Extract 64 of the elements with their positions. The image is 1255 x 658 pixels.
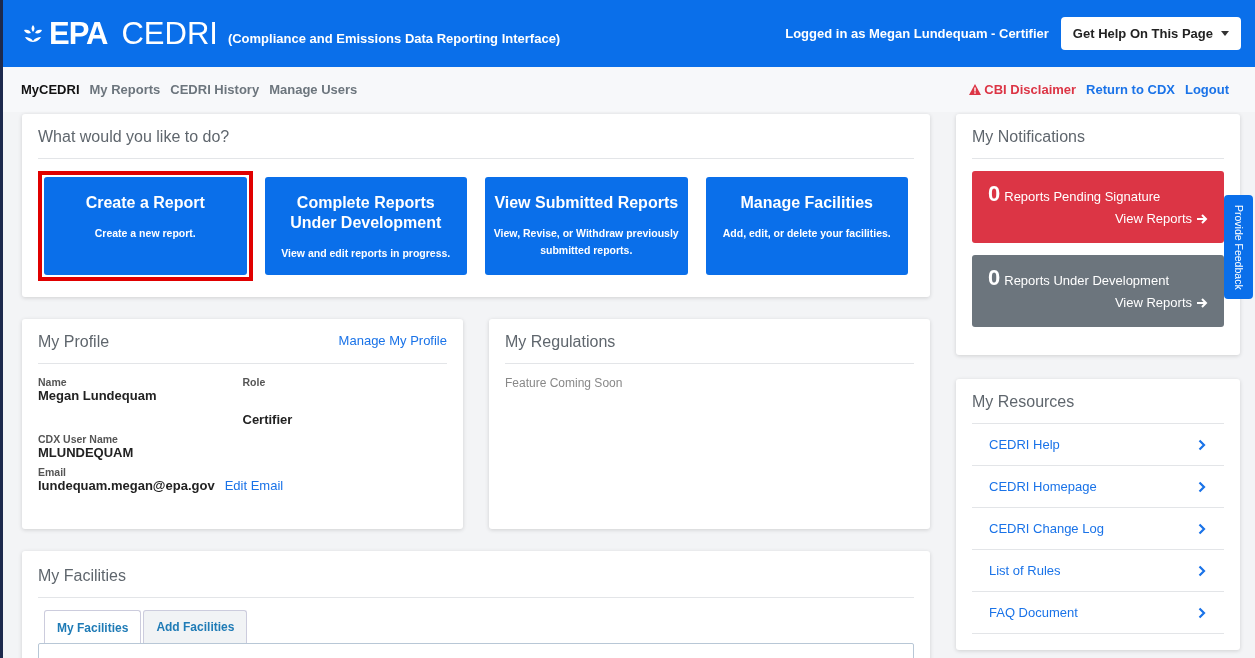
notification-label: Reports Pending Signature [1004, 189, 1161, 204]
epa-logo-text: EPA [49, 15, 108, 52]
field-value: Megan Lundequam [38, 388, 157, 403]
nav-item[interactable]: My Reports [89, 82, 161, 97]
resource-link[interactable]: CEDRI Homepage [972, 466, 1224, 508]
action-title: View Submitted Reports [494, 193, 679, 213]
app-subtitle: (Compliance and Emissions Data Reporting Interface) [227, 31, 561, 46]
coming-soon-message: Feature Coming Soon [505, 376, 624, 390]
nav-link[interactable]: Logout [1184, 82, 1229, 97]
notification-label: Reports Under Development [1004, 273, 1169, 288]
help-dropdown-button[interactable]: Get Help On This Page [1060, 17, 1241, 50]
field-value: lundequam.megan@epa.gov [38, 478, 215, 493]
card-title: My Resources [972, 393, 1224, 424]
chevron-right-icon [1198, 522, 1206, 535]
field-value: Certifier [242, 412, 293, 427]
action-title: Manage Facilities [740, 193, 873, 213]
arrow-right-icon [1196, 296, 1208, 309]
logged-in-user: Logged in as Megan Lundequam - Certifier [785, 26, 1049, 41]
action-tile[interactable]: Complete Reports Under Development View and edit reports in progress. [264, 177, 467, 275]
field-label: Role [242, 376, 266, 388]
notification-count: 0 [988, 265, 1001, 291]
nav-item[interactable]: MyCEDRI [21, 82, 80, 97]
resource-link[interactable]: CEDRI Change Log [972, 508, 1224, 550]
nav-link[interactable]: Return to CDX [1086, 82, 1175, 97]
nav-item[interactable]: CEDRI History [170, 82, 260, 97]
nav-item[interactable]: Manage Users [269, 82, 358, 97]
field-label: Email [38, 466, 66, 478]
view-reports-link[interactable]: View Reports [988, 211, 1208, 226]
edit-email-link[interactable]: Edit Email [224, 478, 284, 493]
card-title: What would you like to do? [38, 128, 914, 159]
disclaimer-link[interactable]: CBI Disclaimer [969, 82, 1077, 97]
resource-link[interactable]: FAQ Document [972, 592, 1224, 634]
action-tile[interactable]: Manage Facilities Add, edit, or delete your facilities. [705, 177, 908, 275]
card-title: My Facilities [38, 567, 914, 598]
chevron-right-icon [1198, 606, 1206, 619]
action-title: Complete Reports Under Development [289, 193, 443, 233]
action-description: Add, edit, or delete your facilities. [722, 226, 891, 241]
chevron-right-icon [1198, 480, 1206, 493]
action-description: Create a new report. [94, 226, 196, 241]
view-reports-link[interactable]: View Reports [988, 295, 1208, 310]
resource-link[interactable]: List of Rules [972, 550, 1224, 592]
action-description: View, Revise, or Withdraw previously submitted reports. [493, 226, 680, 258]
action-description: View and edit reports in progress. [281, 246, 451, 261]
field-value: MLUNDEQUAM [38, 445, 134, 460]
card-title: My Regulations [505, 333, 914, 364]
action-tile[interactable]: Create a Report Create a new report. [44, 177, 247, 275]
resource-link[interactable]: CEDRI Help [972, 424, 1224, 466]
notification-count: 0 [988, 181, 1001, 207]
action-title: Create a Report [85, 193, 205, 213]
field-label: Name [38, 376, 67, 388]
caret-icon [1221, 31, 1229, 36]
facilities-tab[interactable]: My Facilities [44, 610, 142, 643]
chevron-right-icon [1198, 564, 1206, 577]
app-name: CEDRI [121, 15, 218, 52]
card-title: My Notifications [972, 128, 1224, 159]
field-label: CDX User Name [38, 433, 118, 445]
action-tile[interactable]: View Submitted Reports View, Revise, or Withdraw previously submitted reports. [485, 177, 688, 275]
feedback-tab[interactable]: Provide Feedback [1224, 195, 1253, 299]
manage-profile-link[interactable]: Manage My Profile [338, 333, 447, 348]
warning-icon [969, 84, 982, 95]
chevron-right-icon [1198, 438, 1206, 451]
card-title: My Profile [38, 333, 110, 352]
facilities-tab[interactable]: Add Facilities [143, 610, 248, 643]
arrow-right-icon [1196, 212, 1208, 225]
